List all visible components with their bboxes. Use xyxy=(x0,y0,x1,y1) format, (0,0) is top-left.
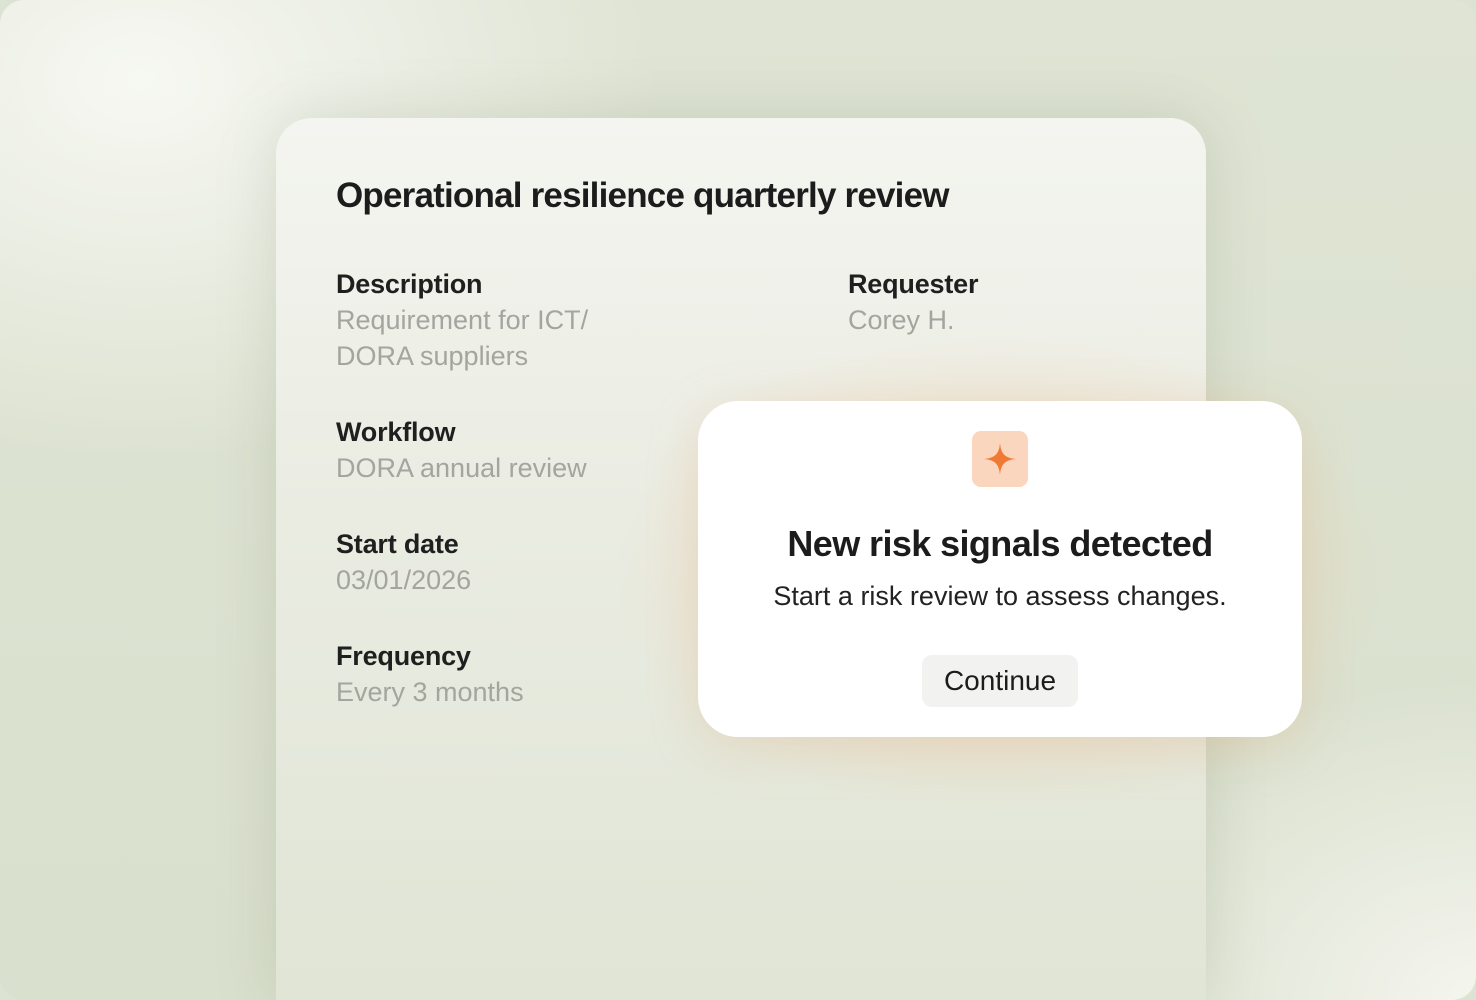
requester-value: Corey H. xyxy=(848,305,955,335)
risk-signal-dialog: New risk signals detected Start a risk r… xyxy=(698,401,1302,737)
workflow-label: Workflow xyxy=(336,417,456,447)
frequency-value: Every 3 months xyxy=(336,677,524,707)
workflow-value: DORA annual review xyxy=(336,453,587,483)
dialog-subtitle: Start a risk review to assess changes. xyxy=(773,581,1227,611)
frequency-field: Frequency Every 3 months xyxy=(336,638,676,710)
workflow-field: Workflow DORA annual review xyxy=(336,414,676,486)
requester-field: Requester Corey H. xyxy=(848,266,1188,338)
sparkle-icon-tile xyxy=(972,431,1028,487)
description-label: Description xyxy=(336,269,483,299)
continue-button[interactable]: Continue xyxy=(922,655,1078,707)
requester-label: Requester xyxy=(848,269,979,299)
start-date-label: Start date xyxy=(336,529,459,559)
frequency-label: Frequency xyxy=(336,641,471,671)
start-date-value: 03/01/2026 xyxy=(336,565,472,595)
dialog-title: New risk signals detected xyxy=(787,523,1213,564)
page-title: Operational resilience quarterly review xyxy=(336,176,950,215)
start-date-field: Start date 03/01/2026 xyxy=(336,526,676,598)
sparkle-icon xyxy=(984,443,1016,475)
description-field: Description Requirement for ICT/ DORA su… xyxy=(336,266,676,374)
description-value: Requirement for ICT/ DORA suppliers xyxy=(336,305,589,371)
